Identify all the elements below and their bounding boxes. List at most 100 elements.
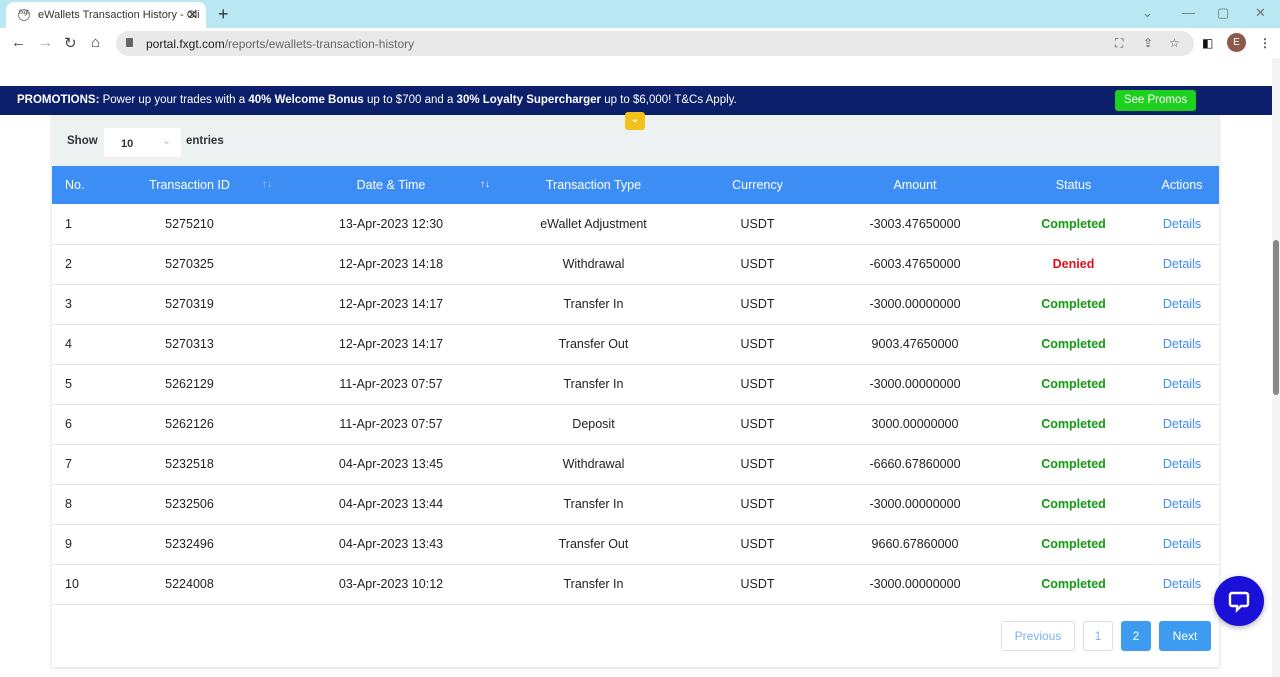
details-link[interactable]: Details <box>1163 377 1201 391</box>
table-cell: Transfer In <box>500 284 687 325</box>
cell-date-time: 11-Apr-2023 07:57 <box>339 377 443 391</box>
collapse-toggle-icon[interactable]: ⌄ <box>625 112 645 130</box>
details-link[interactable]: Details <box>1163 417 1201 431</box>
col-transaction-id[interactable]: Transaction ID ↑↓ <box>97 166 282 204</box>
url-field[interactable]: portal.fxgt.com/reports/ewallets-transac… <box>116 31 1194 56</box>
status-badge: Completed <box>1041 216 1106 231</box>
address-bar-row: ← → ↻ ⌂ portal.fxgt.com/reports/ewallets… <box>0 28 1280 58</box>
col-date-time[interactable]: Date & Time ↑↓ <box>282 166 500 204</box>
back-icon[interactable]: ← <box>11 34 26 51</box>
table-cell: USDT <box>687 244 828 285</box>
cell-currency: USDT <box>740 257 775 271</box>
details-link[interactable]: Details <box>1163 337 1201 351</box>
side-panel-icon[interactable]: ◧ <box>1202 36 1213 50</box>
reload-icon[interactable]: ↻ <box>64 34 77 52</box>
next-button[interactable]: Next <box>1159 621 1211 651</box>
col-amount: Amount <box>828 166 1002 204</box>
profile-avatar[interactable]: E <box>1227 33 1246 52</box>
table-row: 6 5262126 11-Apr-2023 07:57 Deposit USDT 3000… <box>52 404 1219 445</box>
home-icon[interactable]: ⌂ <box>91 34 100 51</box>
table-cell: 5224008 <box>97 564 282 605</box>
status-badge: Completed <box>1041 577 1106 591</box>
details-link[interactable]: Details <box>1163 457 1201 471</box>
browser-tab[interactable]: fxgt eWallets Transaction History - Cli … <box>6 2 206 28</box>
cell-amount: -3000.00000000 <box>869 297 961 311</box>
pagination: Previous 1 2 Next <box>1001 621 1211 651</box>
cell-transaction-id: 5270313 <box>165 337 214 351</box>
cell-transaction-type: Transfer In <box>563 377 624 391</box>
table-cell: Denied <box>1002 244 1145 285</box>
close-tab-icon[interactable]: ✕ <box>187 7 198 23</box>
table-cell: -6660.67860000 <box>828 444 1002 485</box>
sort-desc-icon[interactable]: ↑↓ <box>480 179 490 190</box>
table-cell: 5270325 <box>97 244 282 285</box>
forward-icon[interactable]: → <box>38 34 53 51</box>
table-cell: Details <box>1145 364 1219 405</box>
cell-amount: -3000.00000000 <box>869 377 961 391</box>
see-promos-button[interactable]: See Promos <box>1115 90 1196 111</box>
cell-date-time: 12-Apr-2023 14:17 <box>338 337 444 351</box>
cell-no: 9 <box>65 537 72 551</box>
table-cell: Completed <box>1002 324 1145 365</box>
table-cell: Completed <box>1002 404 1145 445</box>
lock-icon <box>126 38 133 47</box>
sort-icon[interactable]: ↑↓ <box>262 179 272 190</box>
cell-transaction-type: Transfer Out <box>558 537 629 551</box>
table-row: 5 5262129 11-Apr-2023 07:57 Transfer In USDT… <box>52 364 1219 405</box>
table-row: 4 5270313 12-Apr-2023 14:17 Transfer Out USD… <box>52 324 1219 365</box>
table-cell: 5270313 <box>97 324 282 365</box>
table-cell: 11-Apr-2023 07:57 <box>282 404 500 445</box>
table-row: 2 5270325 12-Apr-2023 14:18 Withdrawal USDT -… <box>52 244 1219 285</box>
details-link[interactable]: Details <box>1163 577 1201 591</box>
new-tab-icon[interactable]: + <box>218 4 229 25</box>
table-row: 3 5270319 12-Apr-2023 14:17 Transfer In USDT… <box>52 284 1219 325</box>
translate-icon[interactable]: ⛶ <box>1115 36 1123 51</box>
entries-select[interactable]: 10 ⌄ <box>104 128 181 157</box>
previous-button[interactable]: Previous <box>1001 621 1075 651</box>
table-row: 7 5232518 04-Apr-2023 13:45 Withdrawal USDT -… <box>52 444 1219 485</box>
page-scrollbar[interactable] <box>1272 58 1280 677</box>
live-chat-button[interactable] <box>1214 576 1264 626</box>
scrollbar-thumb[interactable] <box>1273 240 1279 395</box>
maximize-icon[interactable]: ▢ <box>1217 5 1229 21</box>
table-cell: Transfer In <box>500 564 687 605</box>
table-cell: Completed <box>1002 364 1145 405</box>
cell-currency: USDT <box>740 297 775 311</box>
status-badge: Completed <box>1041 377 1106 391</box>
cell-transaction-id: 5275210 <box>165 216 214 231</box>
cell-transaction-type: Deposit <box>572 417 615 431</box>
page-1-button[interactable]: 1 <box>1083 621 1113 651</box>
table-cell: -6003.47650000 <box>828 244 1002 285</box>
menu-icon[interactable]: ⋮ <box>1259 36 1271 50</box>
cell-date-time: 04-Apr-2023 13:44 <box>338 497 444 511</box>
details-link[interactable]: Details <box>1163 537 1201 551</box>
tab-search-icon[interactable]: ⌄ <box>1142 5 1153 21</box>
cell-amount: -6660.67860000 <box>869 457 961 471</box>
minimize-icon[interactable]: — <box>1182 5 1195 20</box>
table-row: 9 5232496 04-Apr-2023 13:43 Transfer Out USD… <box>52 524 1219 565</box>
details-link[interactable]: Details <box>1163 497 1201 511</box>
table-cell: Completed <box>1002 204 1145 245</box>
table-cell: 3 <box>52 284 97 325</box>
share-icon[interactable]: ⇪ <box>1143 36 1153 50</box>
cell-amount: 9660.67860000 <box>871 537 959 551</box>
cell-no: 7 <box>65 457 72 471</box>
details-link[interactable]: Details <box>1163 297 1201 311</box>
cell-currency: USDT <box>740 337 775 351</box>
url-path: /reports/ewallets-transaction-history <box>224 37 415 51</box>
table-cell: 04-Apr-2023 13:45 <box>282 444 500 485</box>
cell-transaction-type: Transfer In <box>563 297 624 311</box>
table-cell: 3000.00000000 <box>828 404 1002 445</box>
table-cell: Details <box>1145 524 1219 565</box>
cell-currency: USDT <box>740 417 775 431</box>
table-cell: 12-Apr-2023 14:17 <box>282 284 500 325</box>
close-window-icon[interactable]: ✕ <box>1255 5 1266 21</box>
cell-amount: 9003.47650000 <box>871 337 959 351</box>
page-2-button[interactable]: 2 <box>1121 621 1151 651</box>
table-cell: 5275210 <box>97 204 282 245</box>
table-cell: 1 <box>52 204 97 245</box>
bookmark-star-icon[interactable]: ☆ <box>1169 36 1180 50</box>
details-link[interactable]: Details <box>1163 257 1201 271</box>
transactions-table: No. Transaction ID ↑↓ Date & Time ↑↓ Trans… <box>52 166 1219 605</box>
details-link[interactable]: Details <box>1163 217 1201 231</box>
